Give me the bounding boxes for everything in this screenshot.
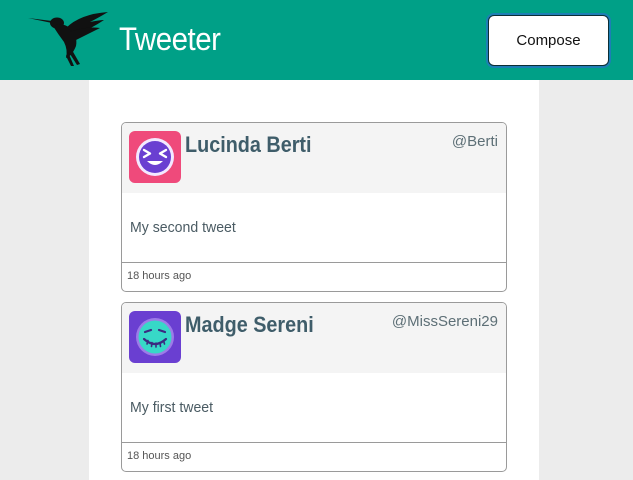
grinning-squint-face-icon (129, 131, 181, 183)
tweet-text: My first tweet (130, 399, 214, 416)
tweet-header: Lucinda Berti @Berti (122, 123, 506, 193)
tweet-timestamp: 18 hours ago (127, 450, 192, 462)
tweet-text: My second tweet (130, 219, 236, 236)
top-nav-bar: Tweeter Compose (0, 0, 633, 80)
author-name: Lucinda Berti (185, 132, 312, 157)
author-handle: @MissSereni29 (391, 313, 498, 330)
tweet-footer: 18 hours ago (122, 262, 506, 291)
tweet-card: Madge Sereni @MissSereni29 My first twee… (121, 302, 507, 472)
stitched-smile-face-icon (129, 311, 181, 363)
tweet-footer: 18 hours ago (122, 442, 506, 471)
author-name: Madge Sereni (185, 312, 314, 337)
tweet-timestamp: 18 hours ago (127, 270, 192, 282)
author-handle: @Berti (451, 133, 498, 150)
compose-button[interactable]: Compose (488, 15, 609, 66)
app-title: Tweeter (119, 21, 221, 57)
hummingbird-icon (28, 12, 108, 66)
tweet-card: Lucinda Berti @Berti My second tweet 18 … (121, 122, 507, 292)
tweet-feed: Lucinda Berti @Berti My second tweet 18 … (89, 80, 539, 480)
tweet-header: Madge Sereni @MissSereni29 (122, 303, 506, 373)
